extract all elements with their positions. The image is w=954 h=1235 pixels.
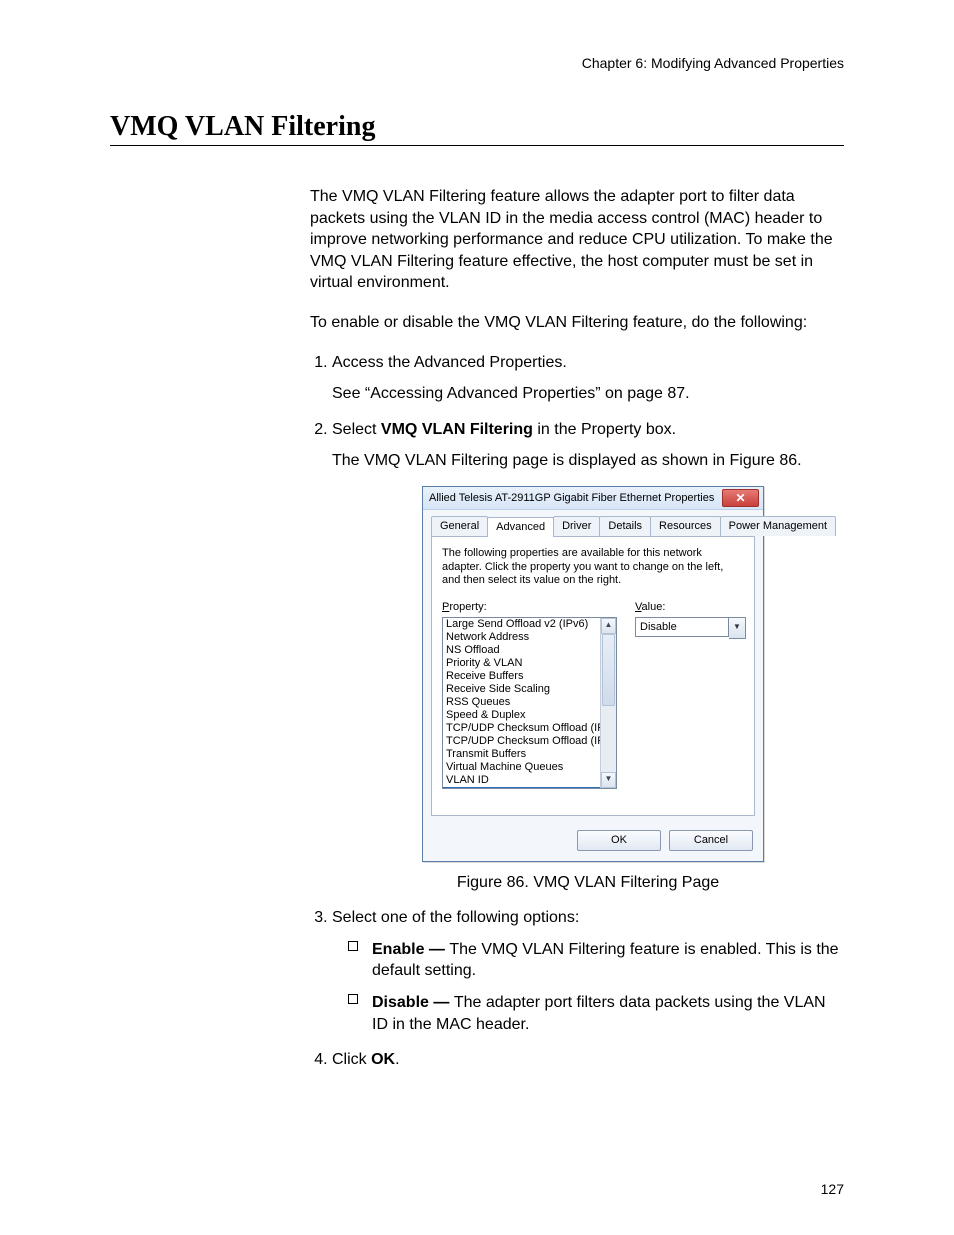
property-item[interactable]: RSS Queues <box>443 696 616 709</box>
property-item[interactable]: VLAN ID <box>443 774 616 787</box>
property-item[interactable]: TCP/UDP Checksum Offload (IPv4 <box>443 722 616 735</box>
step-2: Select VMQ VLAN Filtering in the Propert… <box>332 419 844 893</box>
step-3: Select one of the following options: Ena… <box>332 907 844 1035</box>
step-4-pre: Click <box>332 1051 371 1068</box>
tab-resources[interactable]: Resources <box>650 516 721 536</box>
option-disable: Disable — The adapter port filters data … <box>332 992 844 1035</box>
property-item[interactable]: Transmit Buffers <box>443 748 616 761</box>
scroll-thumb[interactable] <box>602 634 615 706</box>
step-3-text: Select one of the following options: <box>332 909 579 926</box>
tab-details[interactable]: Details <box>599 516 651 536</box>
property-item[interactable]: TCP/UDP Checksum Offload (IPv6 <box>443 735 616 748</box>
property-item[interactable]: Speed & Duplex <box>443 709 616 722</box>
option-enable-label: Enable — <box>372 941 449 958</box>
step-2-sub: The VMQ VLAN Filtering page is displayed… <box>332 450 844 472</box>
step-4-strong: OK <box>371 1051 395 1068</box>
dialog-titlebar: Allied Telesis AT-2911GP Gigabit Fiber E… <box>423 487 763 510</box>
property-listbox[interactable]: Large Send Offload v2 (IPv6)Network Addr… <box>442 617 617 789</box>
property-label: Property: <box>442 600 617 615</box>
properties-dialog: Allied Telesis AT-2911GP Gigabit Fiber E… <box>422 486 764 862</box>
close-button[interactable]: ✕ <box>722 489 759 507</box>
step-4-post: . <box>395 1051 399 1068</box>
tab-driver[interactable]: Driver <box>553 516 600 536</box>
property-item[interactable]: Large Send Offload v2 (IPv6) <box>443 618 616 631</box>
cancel-button[interactable]: Cancel <box>669 830 753 851</box>
tab-strip: General Advanced Driver Details Resource… <box>423 510 763 536</box>
value-selected: Disable <box>635 617 729 637</box>
figure-86: Allied Telesis AT-2911GP Gigabit Fiber E… <box>422 486 772 862</box>
property-item[interactable]: Receive Side Scaling <box>443 683 616 696</box>
scroll-down-icon[interactable]: ▼ <box>601 772 616 788</box>
bullet-icon <box>348 994 358 1004</box>
step-2-strong: VMQ VLAN Filtering <box>381 421 533 438</box>
tab-advanced[interactable]: Advanced <box>487 517 554 537</box>
tab-general[interactable]: General <box>431 516 488 536</box>
property-item[interactable]: NS Offload <box>443 644 616 657</box>
dialog-title: Allied Telesis AT-2911GP Gigabit Fiber E… <box>429 491 714 506</box>
dialog-description: The following properties are available f… <box>442 547 744 588</box>
tab-power[interactable]: Power Management <box>720 516 836 536</box>
page-number: 127 <box>821 1181 844 1197</box>
property-item[interactable]: Virtual Machine Queues <box>443 761 616 774</box>
step-2-post: in the Property box. <box>533 421 676 438</box>
option-disable-label: Disable — <box>372 994 454 1011</box>
bullet-icon <box>348 941 358 951</box>
property-item[interactable]: Network Address <box>443 631 616 644</box>
step-1-text: Access the Advanced Properties. <box>332 354 567 371</box>
property-item[interactable]: Receive Buffers <box>443 670 616 683</box>
close-icon: ✕ <box>735 492 745 504</box>
intro-paragraph-1: The VMQ VLAN Filtering feature allows th… <box>310 186 844 294</box>
figure-caption: Figure 86. VMQ VLAN Filtering Page <box>332 872 844 894</box>
ok-button[interactable]: OK <box>577 830 661 851</box>
page-title: VMQ VLAN Filtering <box>110 111 844 146</box>
value-label: Value: <box>635 600 746 615</box>
tab-body-advanced: The following properties are available f… <box>431 536 755 816</box>
chevron-down-icon[interactable]: ▼ <box>729 617 746 639</box>
step-1: Access the Advanced Properties. See “Acc… <box>332 352 844 405</box>
value-dropdown[interactable]: Disable ▼ <box>635 617 746 639</box>
chapter-header: Chapter 6: Modifying Advanced Properties <box>110 55 844 71</box>
listbox-scrollbar[interactable]: ▲ ▼ <box>600 618 616 788</box>
property-item[interactable]: VMQ VLAN Filtering <box>443 787 616 789</box>
option-enable: Enable — The VMQ VLAN Filtering feature … <box>332 939 844 982</box>
step-4: Click OK. <box>332 1049 844 1071</box>
property-item[interactable]: Priority & VLAN <box>443 657 616 670</box>
step-1-sub: See “Accessing Advanced Properties” on p… <box>332 383 844 405</box>
step-2-pre: Select <box>332 421 381 438</box>
dialog-button-row: OK Cancel <box>423 824 763 861</box>
intro-paragraph-2: To enable or disable the VMQ VLAN Filter… <box>310 312 844 334</box>
scroll-up-icon[interactable]: ▲ <box>601 618 616 634</box>
